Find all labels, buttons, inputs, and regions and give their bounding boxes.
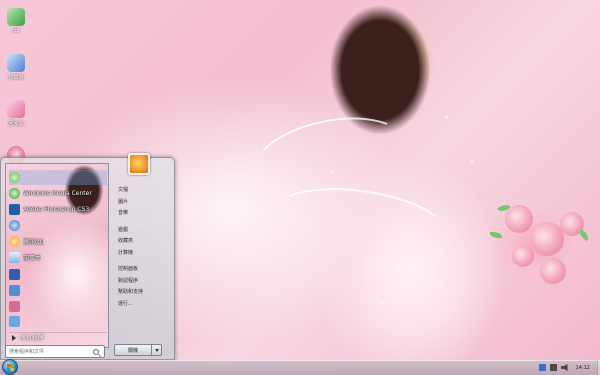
place-item-documents[interactable]: 文檔 (109, 184, 175, 196)
place-item-help[interactable]: 幫助和支持 (109, 286, 175, 298)
shutdown-button[interactable]: 關機 (114, 344, 152, 356)
chevron-down-icon (154, 348, 159, 352)
desktop-icon-label: cdr (12, 28, 20, 34)
word-icon (9, 269, 20, 280)
arrow-right-icon (12, 334, 16, 341)
place-item-run[interactable]: 運行... (109, 298, 175, 310)
program-item[interactable] (9, 283, 107, 298)
network-tray-icon[interactable] (549, 364, 557, 371)
place-item-computer[interactable]: 計算機 (109, 247, 175, 259)
start-app-icon (9, 172, 20, 183)
desktop-icon-computer[interactable]: 計算機 (2, 50, 30, 96)
start-button[interactable] (2, 359, 18, 375)
place-item-games[interactable]: 遊戲 (109, 224, 175, 236)
volume-icon[interactable] (560, 364, 568, 371)
program-item[interactable] (9, 299, 107, 314)
start-menu-places-pane: 文檔 圖片 音樂 遊戲 收藏夾 計算機 控制面板 默認程序 幫助和支持 運行..… (109, 184, 175, 309)
app2-icon (9, 301, 20, 312)
photoshop-icon (9, 204, 20, 215)
program-item-qq[interactable]: 騰訊QQ (9, 234, 107, 249)
desktop-icon-recycle-bin[interactable]: 回收站 (2, 96, 30, 142)
all-programs-label: 所有程序 (20, 335, 45, 342)
recycle-bin-icon (7, 100, 25, 118)
desktop-icon-label: 計算機 (8, 75, 24, 81)
program-item-media-center[interactable]: Windows Media Center (9, 186, 107, 201)
desktop-icon-label: 回收站 (8, 121, 24, 127)
program-label: 騰訊QQ (23, 239, 45, 246)
place-item-music[interactable]: 音樂 (109, 207, 175, 219)
program-label: Windows Media Center (23, 190, 92, 197)
all-programs-button[interactable]: 所有程序 (9, 332, 107, 342)
program-item-notepad[interactable]: 記事本 (9, 250, 107, 265)
program-item-ie[interactable] (9, 218, 107, 233)
sparkle (300, 230, 304, 234)
program-label: Adobe Photoshop CS3 (23, 206, 90, 213)
notepad-icon (9, 252, 20, 263)
cdr-icon (7, 8, 25, 26)
windows-logo-icon (7, 364, 14, 371)
sparkle (330, 170, 334, 174)
rose-flower (512, 245, 534, 267)
app3-icon (9, 316, 20, 327)
program-item-photoshop[interactable]: Adobe Photoshop CS3 (9, 202, 107, 217)
qq-icon (9, 236, 20, 247)
ie-icon (9, 220, 20, 231)
program-label: 記事本 (23, 255, 42, 262)
program-item[interactable] (9, 170, 107, 185)
program-item[interactable] (9, 314, 107, 329)
start-search-box[interactable] (5, 345, 105, 358)
place-item-default-programs[interactable]: 默認程序 (109, 275, 175, 287)
taskbar-clock[interactable]: 14:12 (576, 365, 590, 371)
search-icon[interactable] (93, 348, 99, 355)
rose-flower (540, 258, 566, 284)
user-picture[interactable] (128, 153, 150, 175)
app-icon (9, 285, 20, 296)
place-item-favorites[interactable]: 收藏夾 (109, 235, 175, 247)
sparkle (470, 160, 474, 164)
shutdown-options-button[interactable] (152, 344, 162, 356)
desktop-icon-cdr[interactable]: cdr (2, 4, 30, 50)
sparkle (380, 300, 384, 304)
rose-flower (530, 222, 564, 256)
place-item-pictures[interactable]: 圖片 (109, 196, 175, 208)
flag-icon[interactable] (538, 364, 546, 371)
search-input[interactable] (6, 346, 90, 357)
sparkle (445, 115, 449, 119)
program-item-word[interactable] (9, 267, 107, 282)
computer-icon (7, 54, 25, 72)
rose-flower (505, 205, 533, 233)
media-center-icon (9, 188, 20, 199)
start-menu: Windows Media Center Adobe Photoshop CS3… (0, 157, 175, 360)
taskbar (0, 360, 600, 375)
start-menu-programs-pane: Windows Media Center Adobe Photoshop CS3… (5, 163, 109, 348)
system-tray: 14:12 (535, 360, 590, 375)
place-item-control-panel[interactable]: 控制面板 (109, 263, 175, 275)
